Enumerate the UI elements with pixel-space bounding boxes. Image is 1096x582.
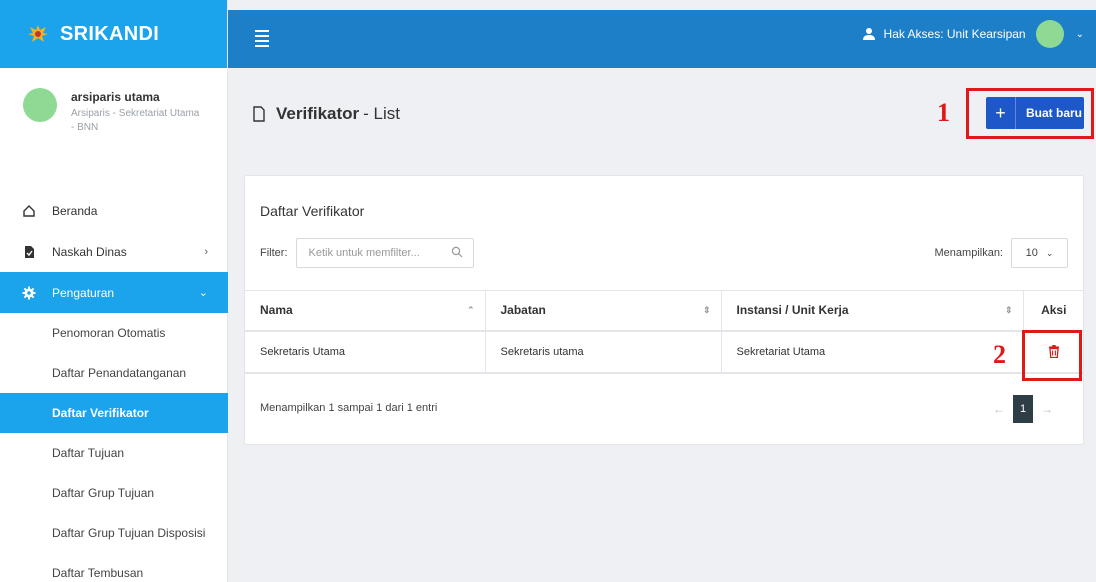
chevron-down-icon: ⌄ bbox=[1045, 247, 1054, 258]
page-title-sub: - List bbox=[363, 104, 400, 123]
page-size-select[interactable]: 10 ⌄ bbox=[1011, 238, 1068, 268]
table-header-row: Nama ⌃ Jabatan ⇕ Instansi / Unit Kerja ⇕… bbox=[245, 290, 1084, 332]
annotation-highlight-box bbox=[1022, 330, 1082, 381]
filter-label: Filter: bbox=[260, 247, 288, 259]
chevron-down-icon: ⌄ bbox=[198, 287, 208, 299]
sidebar: SRIKANDI arsiparis utama Arsiparis - Sek… bbox=[0, 0, 228, 582]
new-button[interactable]: + Buat baru bbox=[986, 97, 1084, 129]
verifikator-table: Nama ⌃ Jabatan ⇕ Instansi / Unit Kerja ⇕… bbox=[245, 290, 1084, 374]
new-button-label: Buat baru bbox=[1026, 106, 1083, 120]
next-page-button[interactable]: → bbox=[1041, 402, 1053, 416]
garuda-logo-icon bbox=[28, 25, 48, 42]
filter-input[interactable]: Ketik untuk memfilter... bbox=[295, 238, 474, 268]
user-profile: arsiparis utama Arsiparis - Sekretariat … bbox=[0, 68, 227, 186]
page-size-row: Menampilkan: 10 ⌄ bbox=[935, 238, 1068, 268]
gear-icon bbox=[22, 286, 36, 300]
brand-name: SRIKANDI bbox=[60, 22, 160, 45]
access-label: Hak Akses: Unit Kearsipan bbox=[883, 27, 1026, 41]
document-check-icon bbox=[22, 245, 36, 259]
column-header-instansi[interactable]: Instansi / Unit Kerja ⇕ bbox=[721, 290, 1024, 332]
home-icon bbox=[22, 204, 36, 218]
card-title: Daftar Verifikator bbox=[260, 203, 365, 219]
table-info: Menampilkan 1 sampai 1 dari 1 entri bbox=[260, 402, 438, 414]
page-title: Verifikator - List bbox=[252, 104, 400, 124]
sidebar-subitem-penomoran-otomatis[interactable]: Penomoran Otomatis bbox=[0, 313, 228, 353]
sidebar-item-label: Beranda bbox=[52, 203, 98, 218]
sort-icon: ⇕ bbox=[702, 305, 711, 315]
page-1-button[interactable]: 1 bbox=[1013, 395, 1033, 423]
table-row: Sekretaris Utama Sekretaris utama Sekret… bbox=[245, 330, 1084, 374]
sidebar-item-naskah-dinas[interactable]: Naskah Dinas › bbox=[0, 231, 228, 272]
sidebar-item-pengaturan[interactable]: Pengaturan ⌄ bbox=[0, 272, 228, 313]
filter-row: Filter: Ketik untuk memfilter... bbox=[260, 238, 474, 268]
sidebar-menu: Beranda Naskah Dinas › Pengaturan ⌄ Peno… bbox=[0, 190, 228, 582]
document-icon bbox=[252, 106, 266, 122]
cell-jabatan: Sekretaris utama bbox=[485, 330, 722, 374]
sidebar-item-label: Pengaturan bbox=[52, 285, 115, 300]
column-header-jabatan[interactable]: Jabatan ⇕ bbox=[485, 290, 722, 332]
prev-page-button[interactable]: ← bbox=[993, 402, 1005, 416]
chevron-right-icon: › bbox=[204, 245, 208, 258]
brand-header[interactable]: SRIKANDI bbox=[0, 0, 227, 68]
column-header-nama[interactable]: Nama ⌃ bbox=[245, 290, 486, 332]
column-header-aksi: Aksi bbox=[1023, 290, 1084, 332]
search-icon bbox=[451, 246, 463, 261]
cell-nama: Sekretaris Utama bbox=[245, 330, 486, 374]
sidebar-subitem-daftar-verifikator[interactable]: Daftar Verifikator bbox=[0, 393, 228, 433]
sidebar-subitem-daftar-tujuan[interactable]: Daftar Tujuan bbox=[0, 433, 228, 473]
verifikator-card: Daftar Verifikator Filter: Ketik untuk m… bbox=[244, 175, 1084, 445]
cell-instansi: Sekretariat Utama bbox=[721, 330, 1024, 374]
avatar[interactable] bbox=[1035, 20, 1064, 48]
page-size-label: Menampilkan: bbox=[934, 247, 1003, 259]
sidebar-subitem-daftar-tembusan[interactable]: Daftar Tembusan bbox=[0, 553, 228, 582]
sidebar-item-beranda[interactable]: Beranda bbox=[0, 190, 228, 231]
sidebar-subitem-daftar-penandatanganan[interactable]: Daftar Penandatanganan bbox=[0, 353, 228, 393]
page-size-value: 10 bbox=[1025, 247, 1038, 259]
sort-icon: ⇕ bbox=[1004, 305, 1013, 315]
page-title-main: Verifikator bbox=[276, 104, 360, 123]
sort-asc-icon: ⌃ bbox=[466, 305, 475, 315]
annotation-marker-1: 1 bbox=[937, 98, 950, 127]
annotation-marker-2: 2 bbox=[993, 340, 1006, 369]
filter-placeholder: Ketik untuk memfilter... bbox=[308, 247, 420, 259]
avatar bbox=[23, 88, 57, 122]
hamburger-menu-icon[interactable] bbox=[255, 30, 269, 50]
user-name: arsiparis utama bbox=[71, 90, 160, 104]
plus-icon: + bbox=[986, 97, 1016, 129]
pagination: ← 1 → bbox=[985, 395, 1061, 423]
user-switch-icon bbox=[862, 27, 876, 41]
chevron-down-icon[interactable]: ⌄ bbox=[1076, 29, 1084, 40]
sidebar-subitem-daftar-grup-tujuan-disposisi[interactable]: Daftar Grup Tujuan Disposisi bbox=[0, 513, 228, 553]
sidebar-subitem-daftar-grup-tujuan[interactable]: Daftar Grup Tujuan bbox=[0, 473, 228, 513]
top-navbar: Hak Akses: Unit Kearsipan ⌄ bbox=[228, 10, 1096, 68]
user-role: Arsiparis - Sekretariat Utama - BNN bbox=[71, 108, 200, 133]
access-menu[interactable]: Hak Akses: Unit Kearsipan ⌄ bbox=[862, 20, 1084, 48]
sidebar-item-label: Naskah Dinas bbox=[52, 244, 127, 259]
